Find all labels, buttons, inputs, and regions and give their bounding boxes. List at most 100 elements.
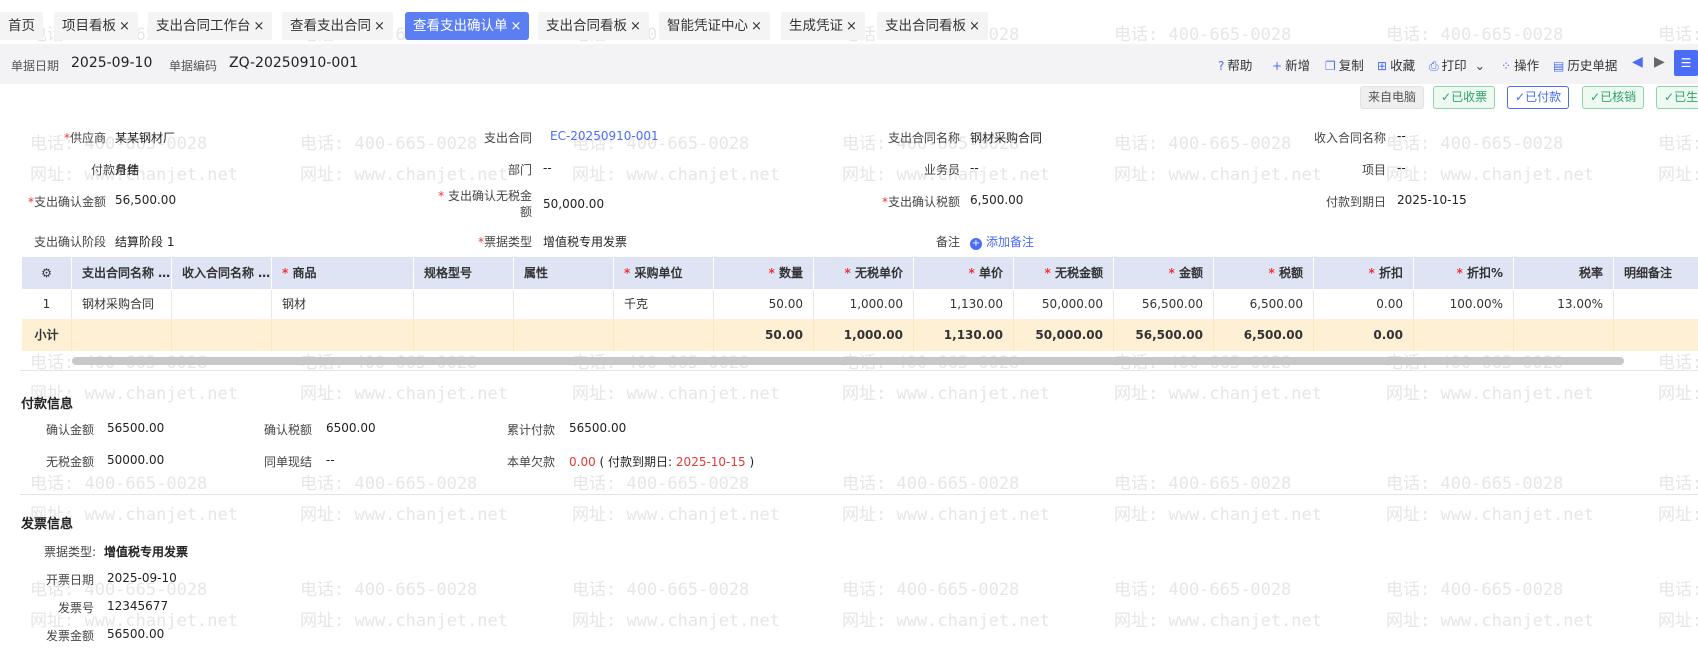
- tab-2[interactable]: 支出合同工作台 ×: [148, 12, 273, 40]
- subtotal-cell: 6,500.00: [1214, 319, 1314, 351]
- column-header[interactable]: * 数量: [714, 257, 814, 289]
- subtotal-cell: [1414, 319, 1514, 351]
- menu-icon[interactable]: ☰: [1674, 50, 1698, 76]
- column-header[interactable]: * 采购单位: [614, 257, 714, 289]
- column-header[interactable]: * 无税金额: [1014, 257, 1114, 289]
- source-badge: 来自电脑: [1360, 86, 1425, 109]
- collect-button[interactable]: ⊞ 收藏: [1377, 55, 1415, 74]
- tab-label: 支出合同工作台: [156, 18, 251, 34]
- column-header[interactable]: 收入合同名称 …: [172, 257, 272, 289]
- table-cell[interactable]: 1,130.00: [914, 290, 1014, 318]
- column-header[interactable]: * 单价: [914, 257, 1014, 289]
- tab-3[interactable]: 查看支出合同 ×: [282, 12, 393, 40]
- subtotal-cell: 1,130.00: [914, 319, 1014, 351]
- staff-label: 业务员: [923, 163, 960, 177]
- supplier-value: 某某钢材厂: [115, 131, 176, 145]
- add-remark-button[interactable]: + 添加备注: [970, 233, 1034, 250]
- invoice-amount-label: 发票金额: [46, 629, 95, 643]
- watermark-phone: 电话: 400-665-0028: [1114, 474, 1292, 494]
- table-cell[interactable]: [1614, 290, 1698, 318]
- payment-title: 付款信息: [21, 397, 74, 412]
- column-header[interactable]: * 商品: [272, 257, 414, 289]
- table-cell[interactable]: 1,000.00: [814, 290, 914, 318]
- add-button[interactable]: + 新增: [1272, 55, 1310, 74]
- subtotal-cell: 50,000.00: [1014, 319, 1114, 351]
- column-header[interactable]: 支出合同名称 …: [72, 257, 172, 289]
- tab-0[interactable]: 首页: [0, 12, 43, 40]
- close-icon[interactable]: ×: [374, 19, 385, 34]
- close-icon[interactable]: ×: [846, 19, 857, 34]
- copy-button[interactable]: ❐ 复制: [1325, 55, 1364, 74]
- column-header[interactable]: * 折扣%: [1414, 257, 1514, 289]
- tab-7[interactable]: 生成凭证 ×: [781, 12, 865, 40]
- tab-4[interactable]: 查看支出确认单 ×: [405, 12, 530, 40]
- verified-badge: ✓已核销: [1582, 86, 1645, 109]
- close-icon[interactable]: ×: [254, 19, 265, 34]
- table-cell[interactable]: 50,000.00: [1014, 290, 1114, 318]
- settings-gear-icon[interactable]: ⚙: [22, 257, 72, 289]
- close-icon[interactable]: ×: [751, 19, 762, 34]
- table-cell[interactable]: 13.00%: [1514, 290, 1614, 318]
- column-header[interactable]: * 无税单价: [814, 257, 914, 289]
- watermark-phone: 电话: 400-665-0028: [30, 474, 208, 494]
- tab-6[interactable]: 智能凭证中心 ×: [659, 12, 770, 40]
- notax-value: 50000.00: [107, 453, 165, 467]
- total-paid-label: 累计付款: [507, 423, 556, 437]
- contract-link[interactable]: EC-20250910-001: [550, 129, 659, 143]
- doc-code-value: ZQ-20250910-001: [229, 55, 359, 71]
- close-icon[interactable]: ×: [119, 19, 130, 34]
- watermark-site: 网址: www.chanjet.net: [572, 611, 780, 631]
- help-button[interactable]: ? 帮助: [1218, 55, 1252, 74]
- column-header[interactable]: * 金额: [1114, 257, 1214, 289]
- watermark-phone: 电话: 400-665-0028: [842, 474, 1020, 494]
- history-button[interactable]: ▤ 历史单据: [1553, 55, 1617, 74]
- subtotal-cell: [414, 319, 514, 351]
- tab-5[interactable]: 支出合同看板 ×: [538, 12, 649, 40]
- table-cell[interactable]: 50.00: [714, 290, 814, 318]
- horizontal-scrollbar[interactable]: [72, 357, 1624, 365]
- subtotal-cell: 0.00: [1314, 319, 1414, 351]
- column-header[interactable]: * 折扣: [1314, 257, 1414, 289]
- table-cell[interactable]: 0.00: [1314, 290, 1414, 318]
- chevron-down-icon[interactable]: ⌄: [1475, 58, 1485, 73]
- watermark-site: 网址: www.chanjet.net: [1386, 611, 1594, 631]
- tab-1[interactable]: 项目看板 ×: [54, 12, 138, 40]
- watermark-site: 网址: www.chanjet.net: [300, 505, 508, 525]
- total-paid-value: 56500.00: [569, 421, 627, 435]
- table-cell[interactable]: [514, 290, 614, 318]
- table-cell[interactable]: 56,500.00: [1114, 290, 1214, 318]
- column-header[interactable]: * 税额: [1214, 257, 1314, 289]
- tab-label: 智能凭证中心: [667, 18, 748, 34]
- close-icon[interactable]: ×: [630, 19, 641, 34]
- close-icon[interactable]: ×: [969, 19, 980, 34]
- print-button[interactable]: ⎙ 打印 ⌄: [1429, 55, 1485, 74]
- column-header[interactable]: 规格型号: [414, 257, 514, 289]
- table-cell[interactable]: 6,500.00: [1214, 290, 1314, 318]
- watermark-site: 网址: www.chanjet.net: [842, 611, 1050, 631]
- next-arrow-icon[interactable]: ▶: [1654, 54, 1665, 70]
- tab-label: 查看支出合同: [290, 18, 371, 34]
- table-cell[interactable]: [414, 290, 514, 318]
- doc-date-value: 2025-09-10: [71, 55, 153, 71]
- close-icon[interactable]: ×: [511, 19, 522, 34]
- column-header[interactable]: 属性: [514, 257, 614, 289]
- operate-button[interactable]: ⁘ 操作: [1501, 55, 1539, 74]
- printer-icon: ⎙: [1429, 59, 1439, 73]
- stage-value: 结算阶段 1: [115, 235, 175, 249]
- table-cell[interactable]: 100.00%: [1414, 290, 1514, 318]
- table-cell[interactable]: 钢材采购合同: [72, 290, 172, 318]
- document-header: 单据日期 2025-09-10 单据编码 ZQ-20250910-001 ? 帮助…: [0, 44, 1698, 84]
- invoice-no-value: 12345677: [107, 599, 169, 613]
- table-cell[interactable]: 千克: [614, 290, 714, 318]
- subtotal-cell: [614, 319, 714, 351]
- dept-label: 部门: [507, 163, 532, 177]
- tab-8[interactable]: 支出合同看板 ×: [877, 12, 988, 40]
- row-number: 1: [22, 290, 72, 318]
- column-header[interactable]: 税率: [1514, 257, 1614, 289]
- check-icon: ✓: [1664, 90, 1675, 104]
- table-cell[interactable]: 钢材: [272, 290, 414, 318]
- column-header[interactable]: 明细备注: [1614, 257, 1698, 289]
- table-cell[interactable]: [172, 290, 272, 318]
- prev-arrow-icon[interactable]: ◀: [1632, 54, 1643, 70]
- watermark-phone: 电话: 400-665-0028: [1386, 474, 1564, 494]
